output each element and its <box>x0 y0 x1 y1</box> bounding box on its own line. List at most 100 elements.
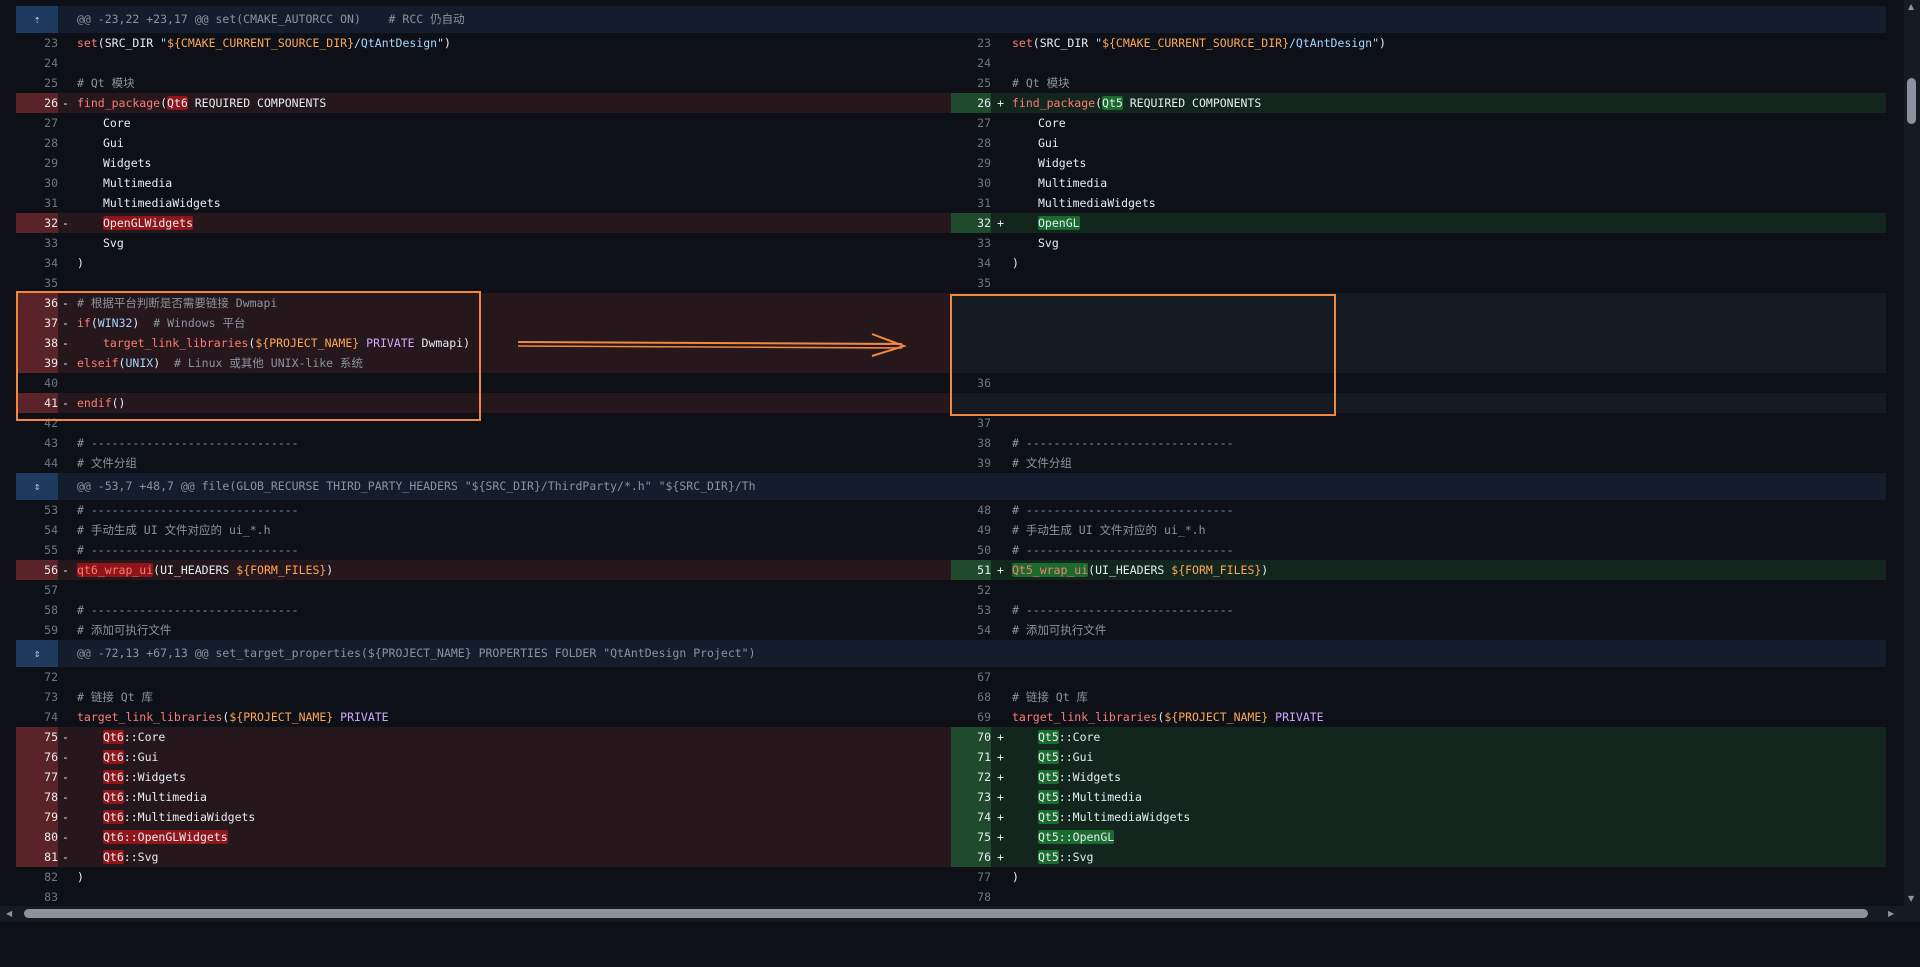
line-number[interactable]: 26 <box>16 93 58 113</box>
hunk-header-text: @@ -23,22 +23,17 @@ set(CMAKE_AUTORCC ON… <box>77 12 465 26</box>
diff-row: 26- find_package(Qt6 REQUIRED COMPONENTS … <box>16 93 1886 113</box>
line-number[interactable]: 70 <box>951 727 991 747</box>
line-number[interactable]: 75 <box>951 827 991 847</box>
line-number[interactable]: 52 <box>951 580 991 600</box>
right-line: 28 Gui <box>951 133 1886 153</box>
line-number[interactable]: 34 <box>951 253 991 273</box>
line-number[interactable]: 81 <box>16 847 58 867</box>
line-number[interactable]: 83 <box>16 887 58 907</box>
expand-both-icon[interactable]: ⇕ <box>16 640 58 667</box>
scroll-down-icon[interactable]: ▼ <box>1908 895 1914 903</box>
line-number[interactable]: 76 <box>951 847 991 867</box>
code-text: find_package(Qt6 REQUIRED COMPONENTS <box>77 96 327 110</box>
line-number[interactable]: 53 <box>951 600 991 620</box>
line-number[interactable]: 54 <box>951 620 991 640</box>
line-number[interactable]: 50 <box>951 540 991 560</box>
line-number[interactable]: 27 <box>16 113 58 133</box>
line-number[interactable]: 34 <box>16 253 58 273</box>
expand-both-icon[interactable]: ⇕ <box>16 473 58 500</box>
line-number[interactable]: 29 <box>951 153 991 173</box>
diff-row: 77- Qt6::Widgets 72 + Qt5::Widgets <box>16 767 1886 787</box>
line-number[interactable]: 31 <box>951 193 991 213</box>
line-number[interactable]: 33 <box>951 233 991 253</box>
line-number[interactable]: 68 <box>951 687 991 707</box>
line-number[interactable]: 57 <box>16 580 58 600</box>
line-number[interactable]: 25 <box>16 73 58 93</box>
diff-row: 43 # ------------------------------ 38 # -… <box>16 433 1886 453</box>
line-number[interactable]: 72 <box>951 767 991 787</box>
vertical-scroll-thumb[interactable] <box>1907 78 1916 124</box>
line-number[interactable]: 37 <box>951 413 991 433</box>
line-number[interactable]: 74 <box>951 807 991 827</box>
line-number[interactable]: 74 <box>16 707 58 727</box>
line-number[interactable]: 73 <box>16 687 58 707</box>
line-number[interactable]: 23 <box>16 33 58 53</box>
line-number[interactable]: 24 <box>16 53 58 73</box>
line-number[interactable]: 82 <box>16 867 58 887</box>
line-number[interactable]: 78 <box>16 787 58 807</box>
expand-up-icon[interactable]: ⇡ <box>16 6 58 33</box>
left-line: 23 set(SRC_DIR "${CMAKE_CURRENT_SOURCE_DI… <box>16 33 951 53</box>
line-number[interactable]: 59 <box>16 620 58 640</box>
left-line: 58 # ------------------------------ <box>16 600 951 620</box>
line-number[interactable]: 26 <box>951 93 991 113</box>
line-number[interactable]: 55 <box>16 540 58 560</box>
line-number[interactable]: 23 <box>951 33 991 53</box>
diff-row: 31 MultimediaWidgets 31 MultimediaWidgets <box>16 193 1886 213</box>
line-number[interactable]: 25 <box>951 73 991 93</box>
line-number[interactable]: 43 <box>16 433 58 453</box>
line-number[interactable]: 77 <box>951 867 991 887</box>
line-number[interactable]: 35 <box>951 273 991 293</box>
line-number[interactable]: 75 <box>16 727 58 747</box>
scroll-right-icon[interactable]: ▶ <box>1888 910 1894 918</box>
hunk-header-text: @@ -53,7 +48,7 @@ file(GLOB_RECURSE THIR… <box>77 479 756 493</box>
line-number[interactable]: 72 <box>16 667 58 687</box>
line-number[interactable]: 54 <box>16 520 58 540</box>
scroll-left-icon[interactable]: ◀ <box>6 910 12 918</box>
line-number[interactable]: 32 <box>951 213 991 233</box>
horizontal-scroll-thumb[interactable] <box>24 909 1868 918</box>
line-number[interactable]: 48 <box>951 500 991 520</box>
line-number[interactable]: 44 <box>16 453 58 473</box>
line-number[interactable]: 76 <box>16 747 58 767</box>
line-number[interactable]: 29 <box>16 153 58 173</box>
line-number[interactable]: 31 <box>16 193 58 213</box>
added-line: 70 + Qt5::Core <box>951 727 1886 747</box>
line-number[interactable]: 24 <box>951 53 991 73</box>
line-number[interactable]: 73 <box>951 787 991 807</box>
left-line: 74 target_link_libraries(${PROJECT_NAME} … <box>16 707 951 727</box>
right-line: 24 <box>951 53 1886 73</box>
line-number[interactable]: 27 <box>951 113 991 133</box>
line-number[interactable]: 56 <box>16 560 58 580</box>
line-number[interactable]: 58 <box>16 600 58 620</box>
diff-row: 74 target_link_libraries(${PROJECT_NAME} … <box>16 707 1886 727</box>
line-number[interactable]: 51 <box>951 560 991 580</box>
line-number[interactable]: 71 <box>951 747 991 767</box>
line-number[interactable]: 77 <box>16 767 58 787</box>
vertical-scrollbar[interactable]: ▲ ▼ <box>1904 0 1920 906</box>
line-number[interactable]: 69 <box>951 707 991 727</box>
line-number[interactable]: 33 <box>16 233 58 253</box>
line-number[interactable]: 30 <box>16 173 58 193</box>
scroll-up-icon[interactable]: ▲ <box>1908 3 1914 11</box>
line-number[interactable]: 28 <box>16 133 58 153</box>
line-number[interactable]: 28 <box>951 133 991 153</box>
horizontal-scrollbar[interactable]: ◀ ▶ <box>0 906 1904 922</box>
right-line: 49 # 手动生成 UI 文件对应的 ui_*.h <box>951 520 1886 540</box>
inline-addition: Qt5 <box>1102 96 1123 110</box>
right-line: 27 Core <box>951 113 1886 133</box>
line-number[interactable]: 67 <box>951 667 991 687</box>
line-number[interactable]: 80 <box>16 827 58 847</box>
line-number[interactable]: 32 <box>16 213 58 233</box>
left-line: 28 Gui <box>16 133 951 153</box>
left-line: 34) <box>16 253 951 273</box>
line-number[interactable]: 39 <box>951 453 991 473</box>
line-number[interactable]: 78 <box>951 887 991 907</box>
line-number[interactable]: 38 <box>951 433 991 453</box>
line-number[interactable]: 35 <box>16 273 58 293</box>
line-number[interactable]: 49 <box>951 520 991 540</box>
line-number[interactable]: 79 <box>16 807 58 827</box>
left-line: 73 # 链接 Qt 库 <box>16 687 951 707</box>
line-number[interactable]: 30 <box>951 173 991 193</box>
line-number[interactable]: 53 <box>16 500 58 520</box>
